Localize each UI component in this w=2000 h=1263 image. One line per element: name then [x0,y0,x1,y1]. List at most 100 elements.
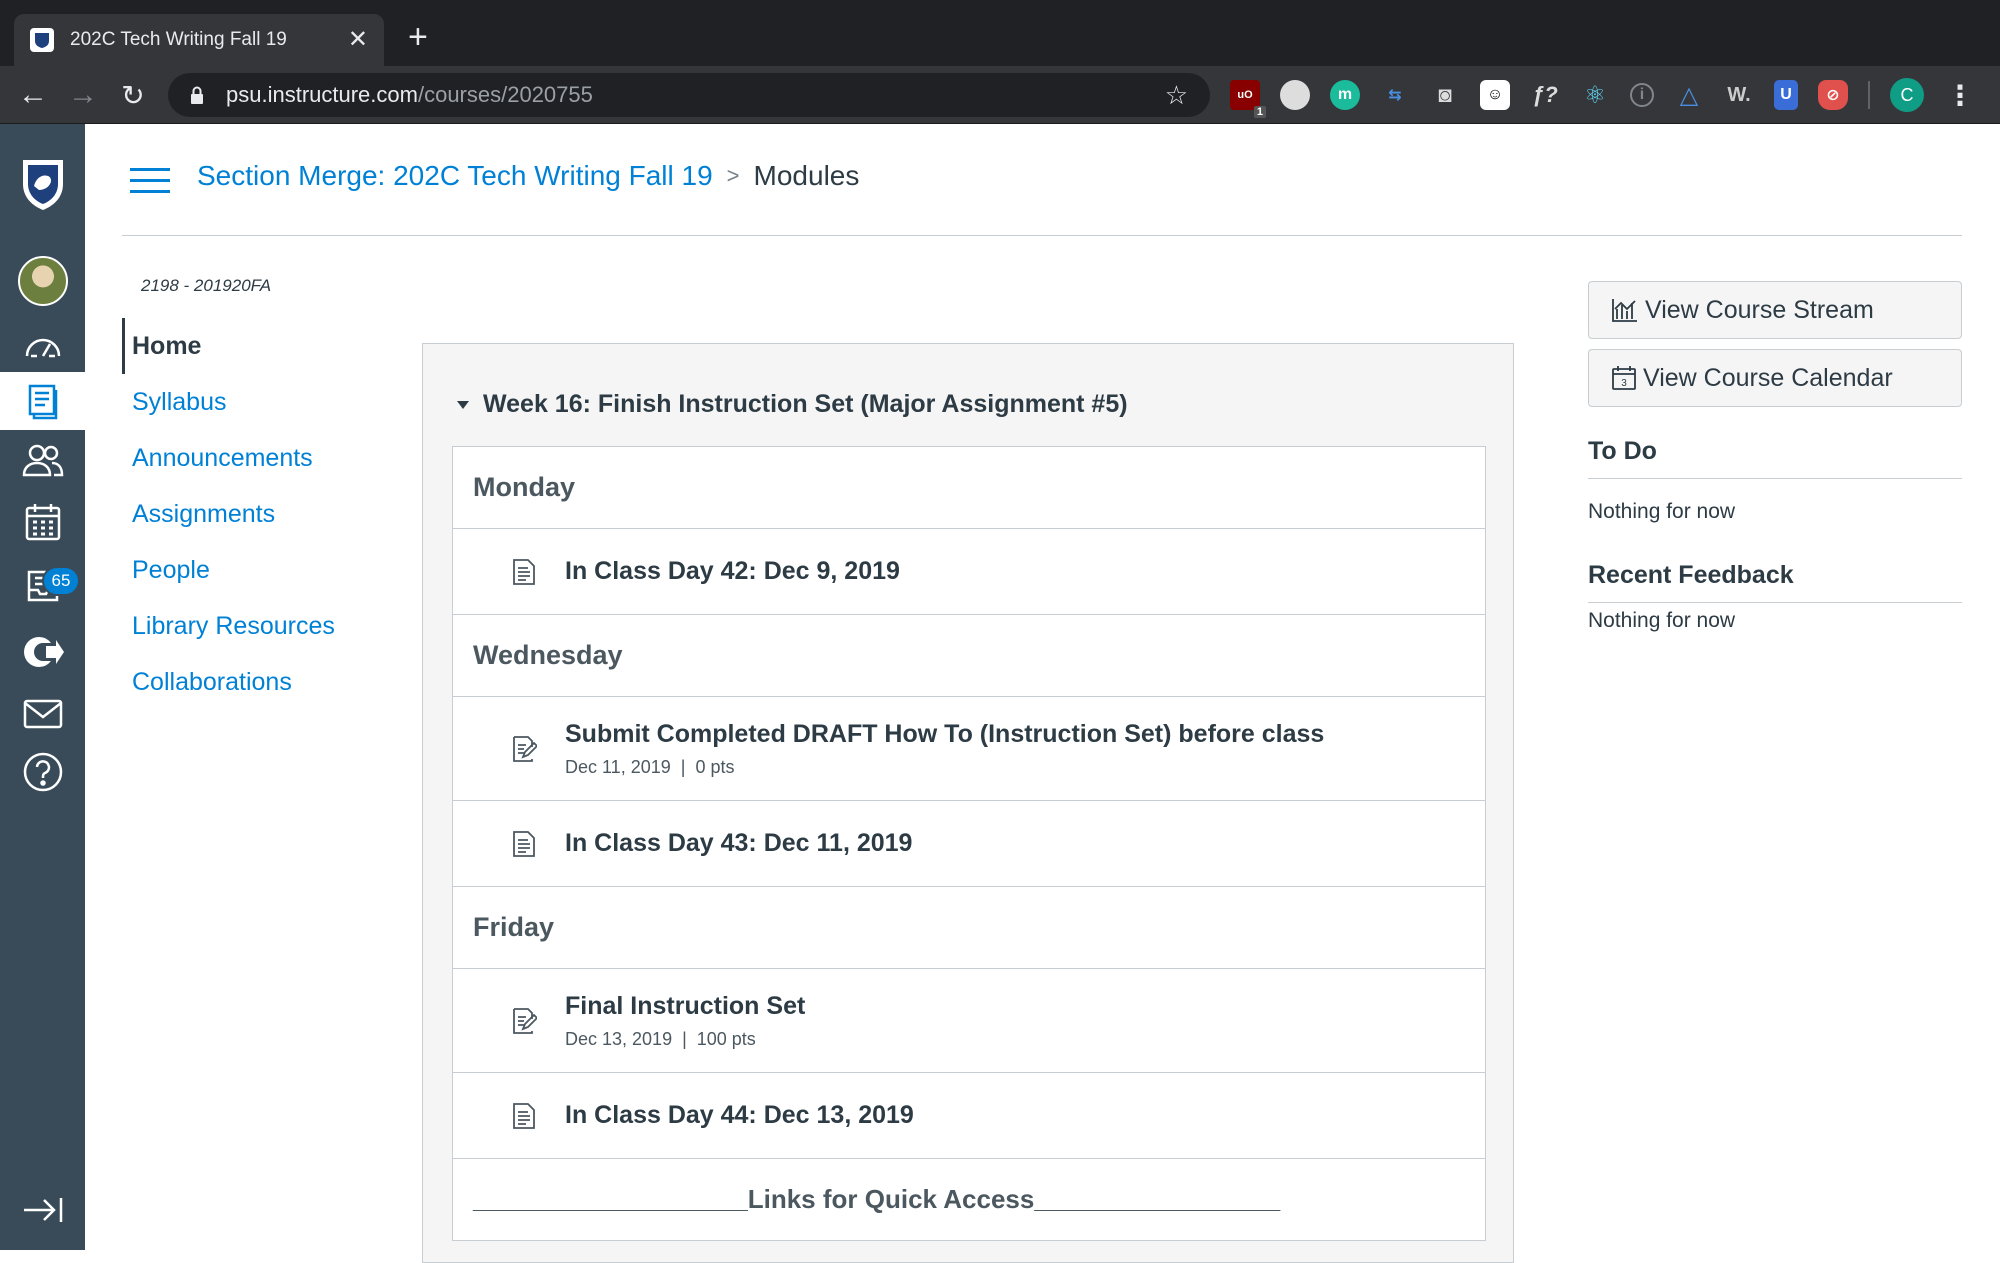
module-item[interactable]: In Class Day 42: Dec 9, 2019 [453,529,1485,615]
course-nav-library-resources[interactable]: Library Resources [122,598,382,654]
mail-icon[interactable] [0,684,85,744]
dashboard-icon[interactable] [0,314,85,374]
font-finder-icon[interactable]: ƒ? [1530,80,1560,110]
module-title: Week 16: Finish Instruction Set (Major A… [483,390,1128,418]
module-container: Week 16: Finish Instruction Set (Major A… [422,343,1514,1263]
module-item[interactable]: In Class Day 43: Dec 11, 2019 [453,801,1485,887]
extension-face-icon[interactable]: ☺ [1480,80,1510,110]
privacy-badger-icon[interactable]: ⊘ [1818,80,1848,110]
module-subheader: Friday [453,887,1485,969]
view-course-calendar-button[interactable]: 3 View Course Calendar [1588,349,1962,407]
extension-arrows-icon[interactable]: ⇆ [1380,80,1410,110]
bookmark-star-icon[interactable]: ☆ [1165,80,1188,111]
ublock-count: 1 [1253,106,1266,118]
ublock-icon[interactable]: uO 1 [1230,80,1266,118]
recent-feedback-heading: Recent Feedback [1588,561,1962,603]
commons-icon[interactable] [0,622,85,682]
react-devtools-icon[interactable]: ⚛ [1580,80,1610,110]
module-item[interactable]: Submit Completed DRAFT How To (Instructi… [453,697,1485,801]
collapse-caret-icon[interactable] [457,400,469,409]
due-date: Dec 11, 2019 [565,756,671,777]
calendar-icon[interactable] [0,492,85,552]
svg-text:3: 3 [1621,378,1627,389]
module-items-list: Monday In Class Day 42: Dec 9, 2019 Wedn… [452,446,1486,1241]
browser-menu-icon[interactable]: ⋮ [1946,79,1974,112]
toolbar-separator [1868,81,1870,109]
view-course-stream-button[interactable]: View Course Stream [1588,281,1962,339]
module-item-title[interactable]: Final Instruction Set [565,992,805,1021]
breadcrumb-course-link[interactable]: Section Merge: 202C Tech Writing Fall 19 [197,160,713,192]
help-icon[interactable] [0,742,85,802]
url-path: /courses/2020755 [417,82,593,107]
module-item-meta: Dec 13, 2019 | 100 pts [565,1029,805,1050]
courses-icon[interactable] [0,372,85,430]
collapse-nav-icon[interactable] [0,1180,85,1240]
subheader-text: ___________________Links for Quick Acces… [473,1184,1281,1214]
extension-circle-icon[interactable] [1280,80,1310,110]
course-nav-home[interactable]: Home [122,318,382,374]
course-nav-announcements[interactable]: Announcements [122,430,382,486]
meta-separator: | [680,756,686,777]
close-tab-icon[interactable]: ✕ [348,28,368,52]
points: 100 pts [696,1028,756,1049]
module-subheader: ___________________Links for Quick Acces… [453,1159,1485,1241]
subheader-text: Monday [473,472,576,502]
subheader-text: Friday [473,912,555,942]
course-menu-toggle-icon[interactable] [130,168,170,194]
forward-icon[interactable]: → [66,78,100,112]
course-nav-syllabus[interactable]: Syllabus [122,374,382,430]
feedback-empty-text: Nothing for now [1588,609,1736,632]
module-subheader: Wednesday [453,615,1485,697]
info-icon[interactable]: i [1630,83,1654,107]
camera-icon[interactable]: ◙ [1430,80,1460,110]
reload-icon[interactable]: ↻ [116,78,150,112]
course-nav-collaborations[interactable]: Collaborations [122,654,382,710]
extensions-row: uO 1 m ⇆ ◙ ☺ ƒ? ⚛ i △ W. U ⊘ C ⋮ [1230,76,1974,118]
browser-tab-strip: 202C Tech Writing Fall 19 ✕ + [0,0,2000,66]
psu-logo-icon[interactable] [0,144,85,224]
browser-tab[interactable]: 202C Tech Writing Fall 19 ✕ [14,14,384,66]
module-subheader: Monday [453,447,1485,529]
header-divider [122,235,1962,236]
page-icon [513,830,535,857]
stream-button-label: View Course Stream [1645,295,1874,324]
new-tab-icon[interactable]: + [408,20,428,54]
todo-empty-text: Nothing for now [1588,500,1736,523]
extension-m-icon[interactable]: m [1330,80,1360,110]
due-date: Dec 13, 2019 [565,1028,673,1049]
module-item-title[interactable]: In Class Day 42: Dec 9, 2019 [565,557,900,586]
page-icon [513,1102,535,1129]
user-avatar [17,256,68,306]
account-avatar[interactable] [0,246,85,316]
tab-title: 202C Tech Writing Fall 19 [70,29,287,50]
course-nav-people[interactable]: People [122,542,382,598]
stream-chart-icon [1612,299,1637,322]
groups-icon[interactable] [0,430,85,490]
psu-favicon-icon [30,28,54,52]
module-item-title[interactable]: Submit Completed DRAFT How To (Instructi… [565,720,1324,749]
meta-separator: | [682,1028,687,1049]
lock-icon [190,86,204,104]
address-bar[interactable]: psu.instructure.com/courses/2020755 ☆ [168,73,1210,117]
module-header[interactable]: Week 16: Finish Instruction Set (Major A… [457,390,1128,419]
module-item-title[interactable]: In Class Day 43: Dec 11, 2019 [565,829,912,858]
extension-w-icon[interactable]: W. [1724,80,1754,110]
calendar-button-label: View Course Calendar [1643,363,1893,392]
global-navigation: 65 [0,124,85,1250]
profile-avatar[interactable]: C [1890,78,1924,112]
bitwarden-icon[interactable]: U [1774,80,1798,110]
page-icon [513,558,535,585]
course-code: 2198 - 201920FA [141,276,272,295]
module-item[interactable]: In Class Day 44: Dec 13, 2019 [453,1073,1485,1159]
module-item[interactable]: Final Instruction Set Dec 13, 2019 | 100 p… [453,969,1485,1073]
calendar-small-icon: 3 [1612,366,1636,390]
back-icon[interactable]: ← [16,78,50,112]
course-nav-assignments[interactable]: Assignments [122,486,382,542]
extension-triangle-icon[interactable]: △ [1674,80,1704,110]
course-navigation: Home Syllabus Announcements Assignments … [122,318,382,710]
breadcrumb-current-page: Modules [753,160,860,191]
subheader-text: Wednesday [473,640,623,670]
module-item-title[interactable]: In Class Day 44: Dec 13, 2019 [565,1101,914,1130]
inbox-icon[interactable]: 65 [0,556,85,616]
breadcrumb: Section Merge: 202C Tech Writing Fall 19… [197,160,859,192]
